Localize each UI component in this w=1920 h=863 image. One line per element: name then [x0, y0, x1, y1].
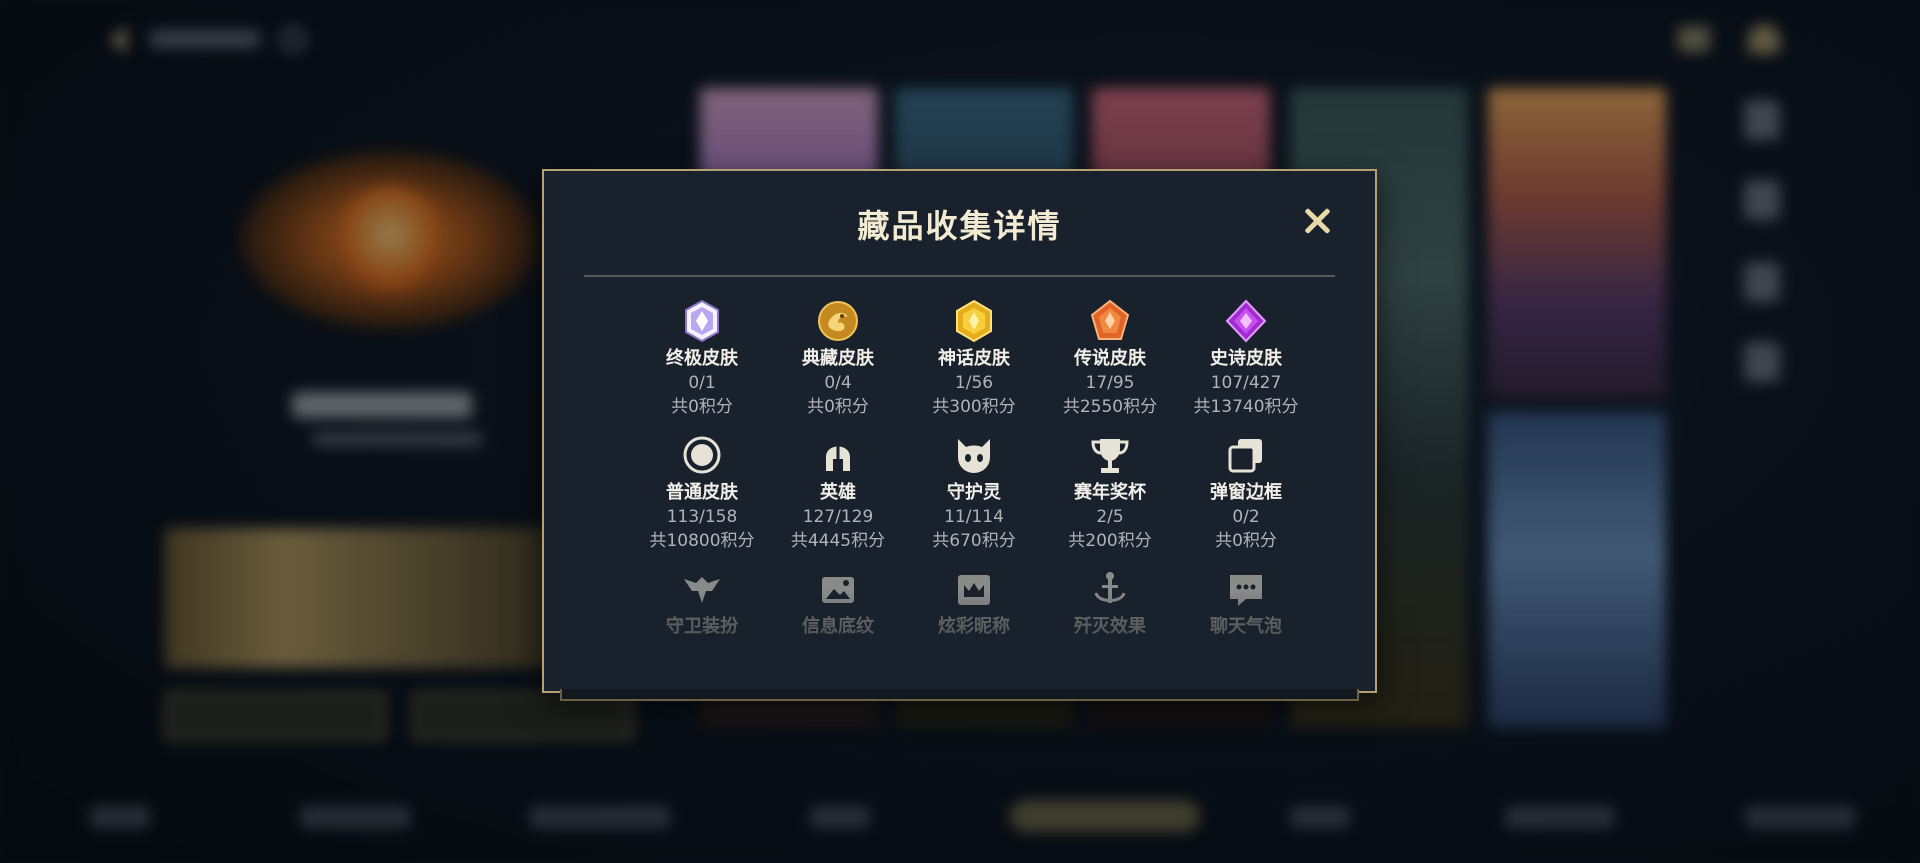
category-count: 113/158 [666, 507, 738, 527]
category-points: 共4445积分 [790, 531, 886, 551]
category-label: 信息底纹 [802, 616, 874, 637]
category-count: 0/1 [688, 373, 716, 393]
category-label: 英雄 [820, 482, 856, 503]
epic-skin-gem-icon [1225, 299, 1267, 343]
category-season-trophy[interactable]: 赛年奖杯 2/5 共200积分 [1042, 433, 1178, 553]
guardian-spirit-icon [958, 439, 990, 473]
category-count: 0/4 [824, 373, 852, 393]
category-mythic-skin[interactable]: 神话皮肤 1/56 共300积分 [906, 299, 1042, 419]
category-popup-frame[interactable]: 弹窗边框 0/2 共0积分 [1178, 433, 1314, 553]
category-label: 史诗皮肤 [1210, 348, 1282, 369]
info-background-icon [822, 577, 854, 603]
legend-skin-gem-icon [1090, 299, 1130, 340]
category-label: 聊天气泡 [1210, 616, 1282, 637]
category-count: 1/56 [954, 373, 994, 393]
category-points: 共2550积分 [1062, 397, 1158, 417]
normal-skin-ring-icon [683, 436, 721, 474]
trophy-icon [1091, 439, 1129, 473]
collection-row: 普通皮肤 113/158 共10800积分 英雄 127/129 共4445积分 [634, 433, 1314, 567]
annihilate-effect-icon [1094, 572, 1126, 603]
category-label: 普通皮肤 [666, 482, 738, 503]
category-annihilate-effect[interactable]: 歼灭效果 [1042, 567, 1178, 639]
category-label: 神话皮肤 [938, 348, 1010, 369]
category-chat-bubble[interactable]: 聊天气泡 [1178, 567, 1314, 639]
title-divider [584, 275, 1335, 277]
category-guard-outfit[interactable]: 守卫装扮 [634, 567, 770, 639]
category-label: 歼灭效果 [1074, 616, 1146, 637]
category-count: 17/95 [1085, 373, 1135, 393]
category-points: 共0积分 [1215, 531, 1277, 551]
category-label: 终极皮肤 [666, 348, 738, 369]
category-legend-skin[interactable]: 传说皮肤 17/95 共2550积分 [1042, 299, 1178, 419]
category-guardian-spirit[interactable]: 守护灵 11/114 共670积分 [906, 433, 1042, 553]
mythic-skin-gem-icon [956, 299, 992, 343]
category-epic-skin[interactable]: 史诗皮肤 107/427 共13740积分 [1178, 299, 1314, 419]
category-count: 0/2 [1232, 507, 1260, 527]
hero-helmet-icon [826, 445, 850, 471]
colorful-nickname-icon [958, 575, 990, 605]
close-icon[interactable] [1301, 205, 1333, 237]
category-colorful-nickname[interactable]: 炫彩昵称 [906, 567, 1042, 639]
category-points: 共0积分 [807, 397, 869, 417]
category-count: 11/114 [944, 507, 1004, 527]
category-info-background[interactable]: 信息底纹 [770, 567, 906, 639]
category-label: 炫彩昵称 [938, 616, 1010, 637]
category-label: 守护灵 [947, 482, 1001, 503]
category-label: 守卫装扮 [666, 616, 738, 637]
category-points: 共670积分 [932, 531, 1016, 551]
category-hero[interactable]: 英雄 127/129 共4445积分 [770, 433, 906, 553]
collection-row: 守卫装扮 信息底纹 炫彩昵称 歼灭效果 聊天气泡 [634, 567, 1314, 701]
collection-skin-dragon-icon [818, 301, 858, 341]
popup-frame-icon [1228, 439, 1262, 473]
category-count: 107/427 [1210, 373, 1282, 393]
category-points: 共300积分 [932, 397, 1016, 417]
category-count: 2/5 [1096, 507, 1124, 527]
category-points: 共13740积分 [1193, 397, 1299, 417]
collection-row: 终极皮肤 0/1 共0积分 典藏皮肤 0/4 共0积分 神话皮肤 1/56 共3… [634, 299, 1314, 433]
ultimate-skin-gem-icon [685, 299, 719, 343]
category-normal-skin[interactable]: 普通皮肤 113/158 共10800积分 [634, 433, 770, 553]
collection-grid: 终极皮肤 0/1 共0积分 典藏皮肤 0/4 共0积分 神话皮肤 1/56 共3… [634, 299, 1314, 701]
dialog-title: 藏品收集详情 [857, 207, 1062, 245]
category-label: 赛年奖杯 [1074, 482, 1146, 503]
category-collection-skin[interactable]: 典藏皮肤 0/4 共0积分 [770, 299, 906, 419]
category-points: 共200积分 [1068, 531, 1152, 551]
category-points: 共0积分 [671, 397, 733, 417]
chat-bubble-icon [1230, 575, 1262, 606]
category-points: 共10800积分 [649, 531, 755, 551]
category-label: 典藏皮肤 [802, 348, 874, 369]
collection-details-dialog: 藏品收集详情 终极皮肤 0/1 共0积分 典藏皮肤 0/4 共0积分 神话皮肤 … [542, 169, 1377, 701]
guard-outfit-icon [684, 577, 720, 603]
category-count: 127/129 [802, 507, 874, 527]
category-ultimate-skin[interactable]: 终极皮肤 0/1 共0积分 [634, 299, 770, 419]
category-label: 传说皮肤 [1074, 348, 1146, 369]
category-label: 弹窗边框 [1210, 482, 1282, 503]
